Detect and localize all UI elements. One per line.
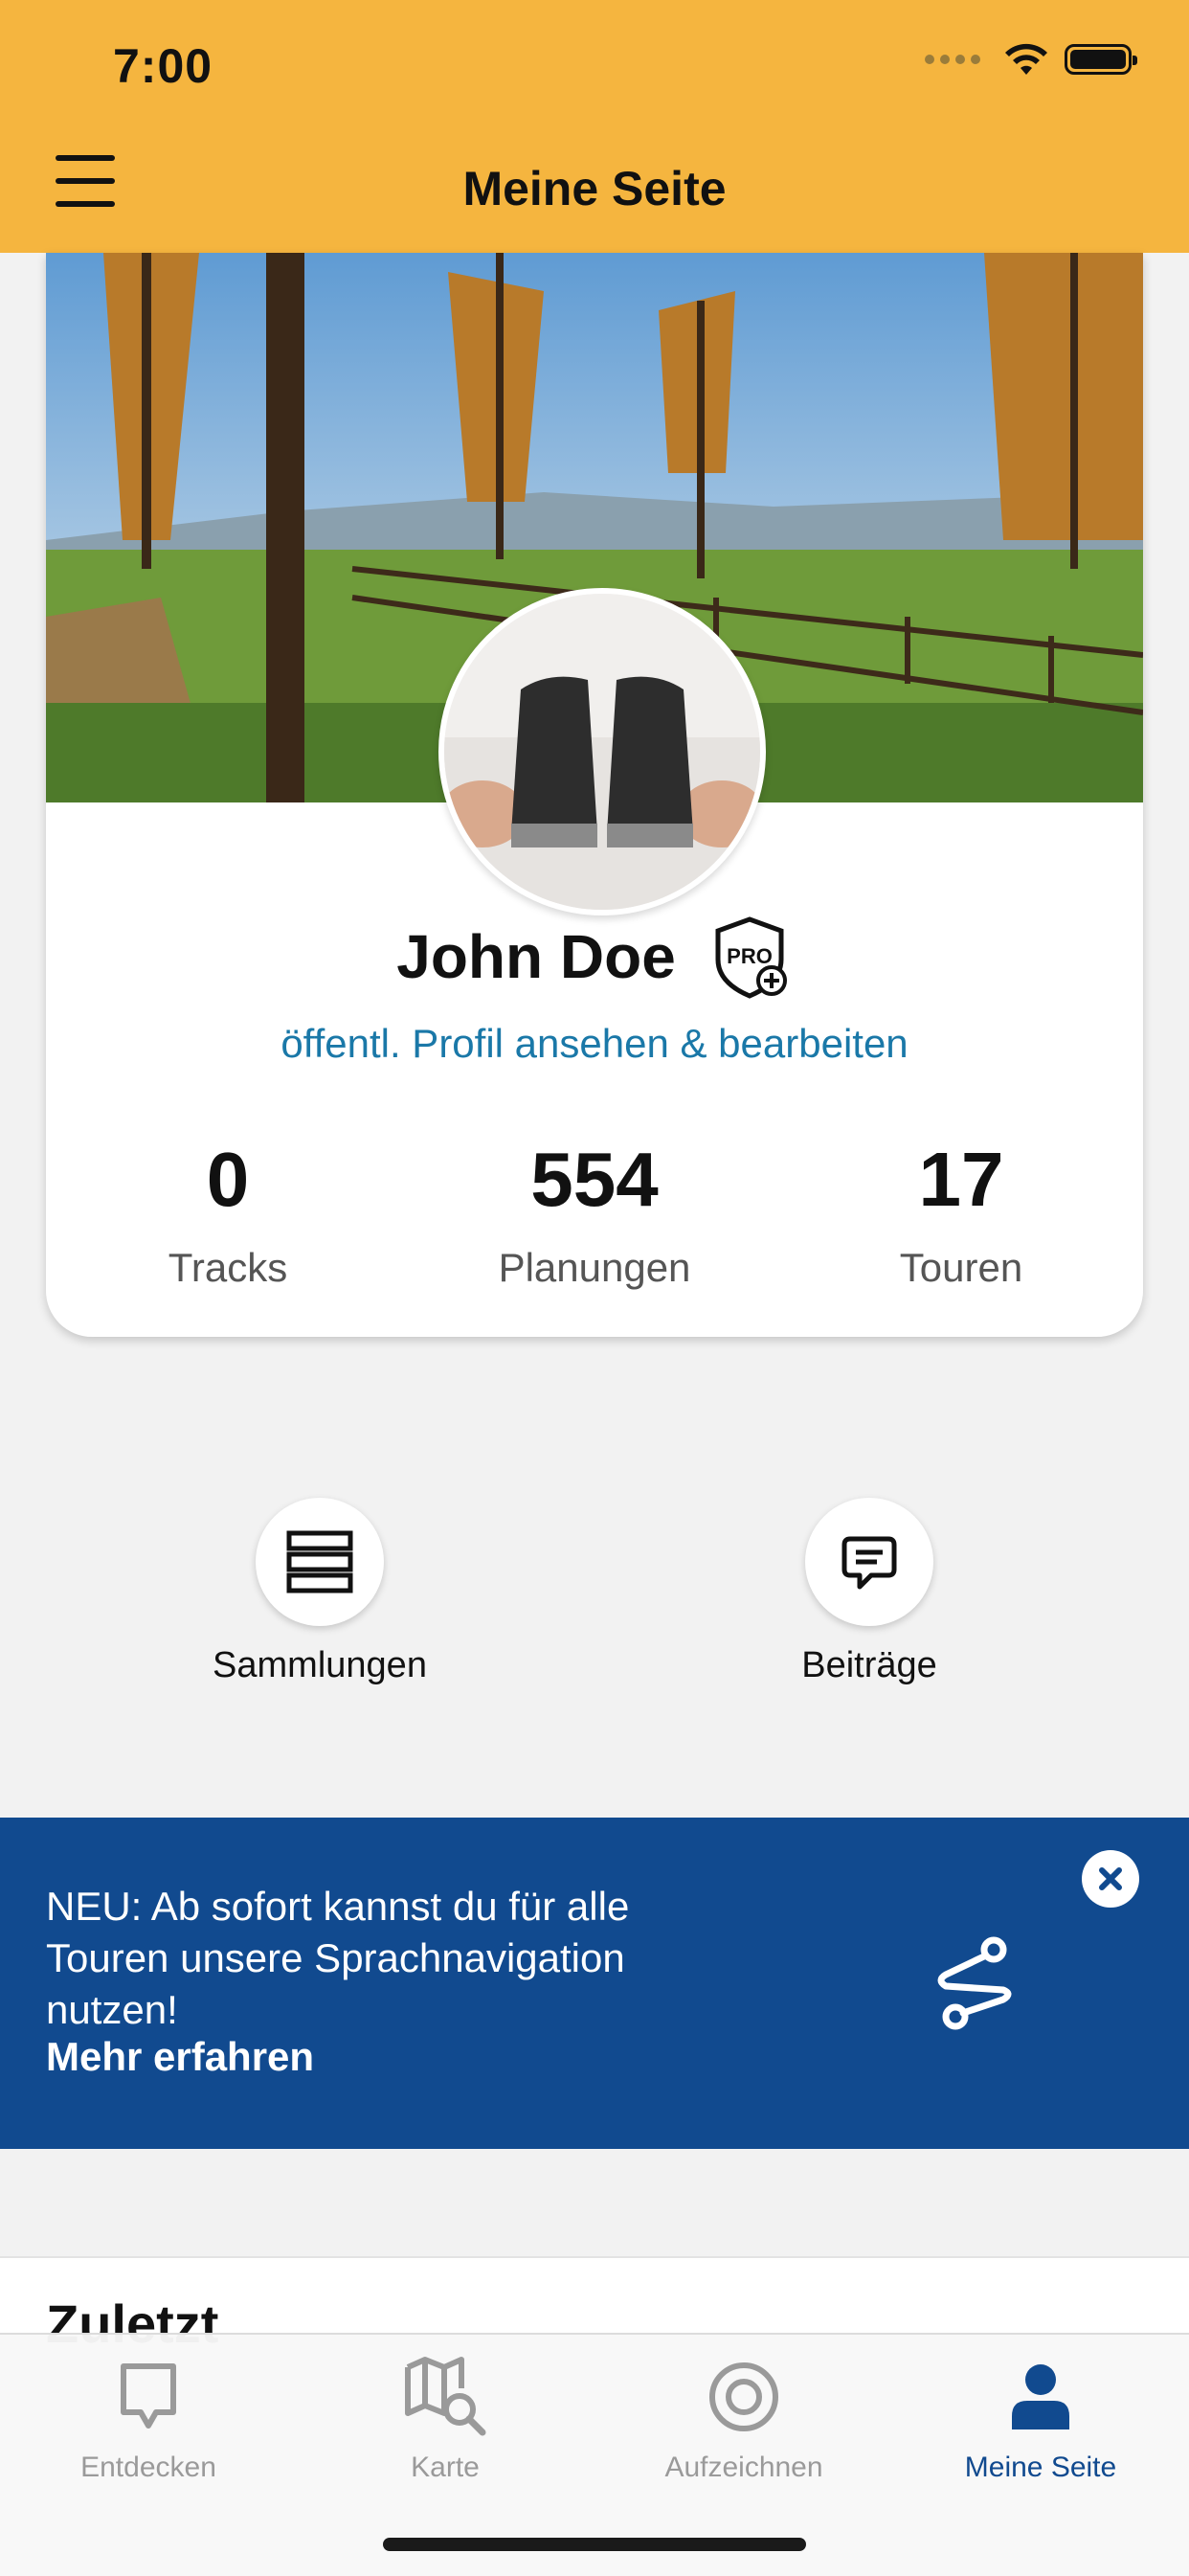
discover-icon <box>121 2363 176 2429</box>
wifi-icon <box>1005 43 1047 75</box>
posts-button[interactable]: Beiträge <box>745 1498 994 1686</box>
status-time: 7:00 <box>113 39 213 93</box>
stat-value: 17 <box>918 1137 1004 1222</box>
collections-button[interactable]: Sammlungen <box>195 1498 444 1686</box>
close-icon <box>1099 1867 1122 1890</box>
user-name: John Doe <box>396 922 676 991</box>
tab-label: Meine Seite <box>964 2452 1117 2483</box>
tab-label: Entdecken <box>80 2452 216 2483</box>
action-circle <box>256 1498 384 1626</box>
app-header: 7:00 Meine Seite <box>0 0 1189 253</box>
stat-value: 554 <box>530 1137 659 1222</box>
action-label: Beiträge <box>801 1645 937 1685</box>
stat-label: Tracks <box>168 1245 288 1290</box>
public-profile-link[interactable]: öffentl. Profil ansehen & bearbeiten <box>46 1021 1143 1067</box>
stats-row: 0 Tracks 554 Planungen 17 Touren <box>46 1141 1143 1291</box>
record-icon <box>709 2362 778 2431</box>
chat-bubble-icon <box>841 1536 897 1590</box>
route-navigation-icon <box>937 1936 1012 2030</box>
banner-text: NEU: Ab sofort kannst du für alle Touren… <box>46 1884 630 2032</box>
svg-text:PRO: PRO <box>727 944 773 968</box>
stat-label: Planungen <box>498 1245 691 1290</box>
status-icons <box>925 42 1137 77</box>
stat-planungen[interactable]: 554 Planungen <box>410 1141 779 1291</box>
battery-icon <box>1065 44 1137 75</box>
tab-map[interactable]: Karte <box>297 2354 594 2484</box>
page-title: Meine Seite <box>462 162 727 215</box>
name-row: John Doe PRO <box>46 914 1143 1000</box>
stat-tracks[interactable]: 0 Tracks <box>46 1141 410 1291</box>
pro-badge-icon: PRO <box>715 916 787 999</box>
user-icon <box>1012 2364 1069 2429</box>
stat-value: 0 <box>206 1137 250 1222</box>
action-label: Sammlungen <box>213 1645 427 1685</box>
tab-record[interactable]: Aufzeichnen <box>595 2354 892 2484</box>
avatar[interactable] <box>438 588 766 915</box>
stat-touren[interactable]: 17 Touren <box>779 1141 1143 1291</box>
banner-close-button[interactable] <box>1082 1850 1139 1908</box>
collection-icon <box>286 1530 353 1593</box>
home-indicator <box>383 2538 806 2551</box>
stat-label: Touren <box>899 1245 1023 1290</box>
tab-my-page[interactable]: Meine Seite <box>892 2354 1189 2484</box>
action-circle <box>805 1498 933 1626</box>
tab-discover[interactable]: Entdecken <box>0 2354 297 2484</box>
tab-label: Aufzeichnen <box>664 2452 823 2483</box>
tab-label: Karte <box>411 2452 480 2483</box>
profile-card: John Doe PRO öffentl. Profil ansehen & b… <box>46 253 1143 1337</box>
signal-icon <box>925 55 980 64</box>
map-search-icon <box>405 2357 486 2436</box>
learn-more-link[interactable]: Mehr erfahren <box>46 2034 314 2080</box>
